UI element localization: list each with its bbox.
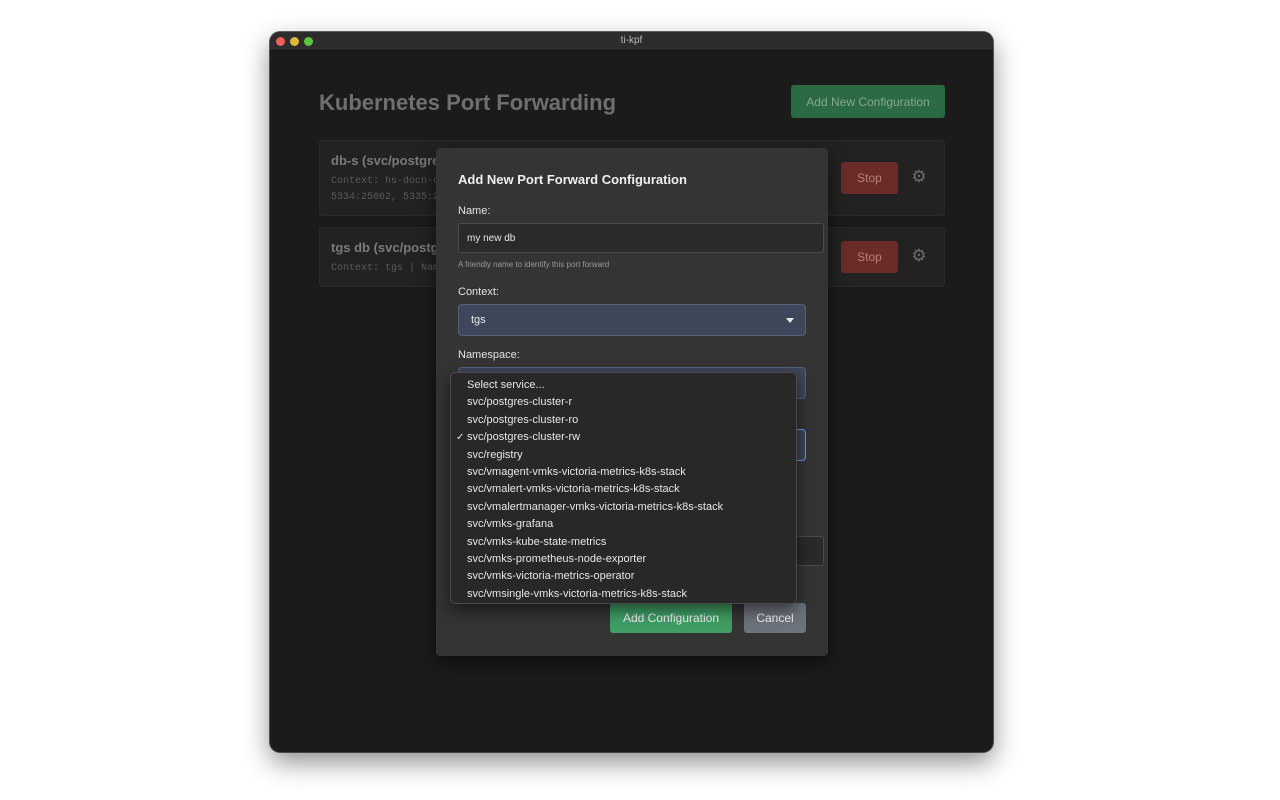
window-title: ti-kpf (620, 35, 643, 46)
context-select-value: tgs (471, 314, 486, 326)
dropdown-option-selected[interactable]: ✓ svc/postgres-cluster-rw (451, 429, 796, 446)
checkmark-icon: ✓ (456, 432, 465, 444)
chevron-down-icon (786, 318, 794, 323)
namespace-label: Namespace: (458, 349, 520, 361)
dropdown-option[interactable]: svc/vmks-kube-state-metrics (451, 534, 796, 551)
title-bar: ti-kpf (270, 32, 993, 51)
app-window: ti-kpf Kubernetes Port Forwarding Add Ne… (270, 32, 993, 752)
dropdown-option[interactable]: svc/vmks-prometheus-node-exporter (451, 551, 796, 568)
context-label: Context: (458, 286, 499, 298)
name-label: Name: (458, 205, 491, 217)
context-select[interactable]: tgs (458, 304, 806, 336)
dropdown-option[interactable]: svc/vmalert-vmks-victoria-metrics-k8s-st… (451, 481, 796, 498)
name-hint: A friendly name to identify this port fo… (458, 260, 610, 269)
dropdown-option[interactable]: svc/postgres-cluster-r (451, 394, 796, 411)
dropdown-option[interactable]: svc/vmsingle-vmks-victoria-metrics-k8s-s… (451, 586, 796, 603)
service-dropdown-list: Select service... svc/postgres-cluster-r… (450, 372, 797, 604)
modal-title: Add New Port Forward Configuration (458, 172, 687, 187)
dropdown-option[interactable]: svc/vmagent-vmks-victoria-metrics-k8s-st… (451, 464, 796, 481)
dropdown-option[interactable]: svc/registry (451, 447, 796, 464)
cancel-button[interactable]: Cancel (744, 603, 806, 633)
dropdown-option[interactable]: svc/vmks-victoria-metrics-operator (451, 568, 796, 585)
dropdown-option[interactable]: svc/vmks-grafana (451, 516, 796, 533)
add-configuration-button[interactable]: Add Configuration (610, 603, 732, 633)
dropdown-option[interactable]: svc/postgres-cluster-ro (451, 412, 796, 429)
dropdown-option[interactable]: Select service... (451, 377, 796, 394)
name-input[interactable]: my new db (458, 223, 824, 253)
dropdown-option[interactable]: svc/vmalertmanager-vmks-victoria-metrics… (451, 499, 796, 516)
